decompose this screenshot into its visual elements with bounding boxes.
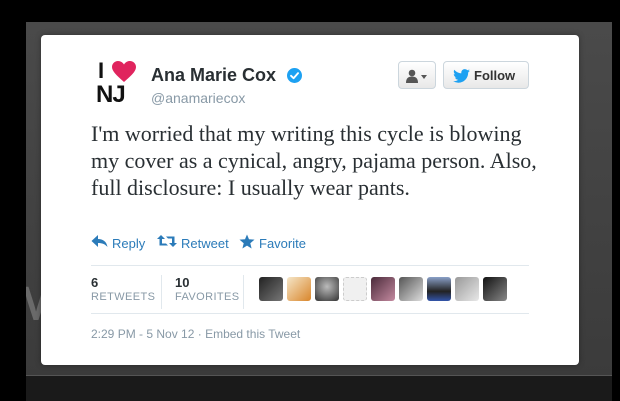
avatar-letter: I [98,58,105,83]
retweet-label: Retweet [181,236,229,251]
verified-badge-icon [286,68,302,83]
footer-separator: · [197,327,202,341]
star-icon [239,234,255,249]
twitter-bird-icon [453,69,470,83]
user-dropdown-icon [406,69,427,83]
favoriter-avatar[interactable] [399,277,423,301]
video-controls-bar [26,375,612,401]
favorites-label[interactable]: FAVORITES [175,291,240,303]
favoriter-avatar[interactable] [427,277,451,301]
user-actions-button[interactable] [398,61,436,89]
timestamp[interactable]: 2:29 PM - 5 Nov 12 [91,327,194,341]
favoriter-avatar[interactable] [287,277,311,301]
favoriter-avatar[interactable] [259,277,283,301]
embedded-tweet-card: I NJ Ana Marie Cox @anamariecox Follow I… [41,35,579,365]
favoriter-avatar[interactable] [455,277,479,301]
favoriter-avatar[interactable] [483,277,507,301]
stat-separator [161,275,162,309]
favorite-count[interactable]: 10 [175,275,189,290]
tweet-text: I'm worried that my writing this cycle i… [91,121,537,200]
follow-button[interactable]: Follow [443,61,529,89]
avatar-letters: NJ [96,81,126,108]
author-block[interactable]: Ana Marie Cox @anamariecox [151,65,302,106]
embed-tweet-link[interactable]: Embed this Tweet [205,327,300,341]
favoriter-avatar[interactable] [315,277,339,301]
reply-arrow-icon [91,235,108,247]
tweet-footer: 2:29 PM - 5 Nov 12 · Embed this Tweet [91,327,300,341]
reply-label: Reply [112,236,146,251]
follow-label: Follow [474,68,516,83]
retweets-label[interactable]: RETWEETS [91,291,155,303]
favoriter-avatar[interactable] [371,277,395,301]
heart-icon [112,61,136,82]
stats-divider-top [91,265,529,266]
favorite-label: Favorite [259,236,306,251]
avatar[interactable]: I NJ [96,59,140,107]
display-name[interactable]: Ana Marie Cox [151,65,276,86]
favoriter-avatar[interactable] [343,277,367,301]
retweet-count[interactable]: 6 [91,275,98,290]
stats-divider-bottom [91,313,529,314]
stat-separator [243,275,244,309]
retweet-icon [157,235,177,247]
user-handle[interactable]: @anamariecox [151,90,302,106]
